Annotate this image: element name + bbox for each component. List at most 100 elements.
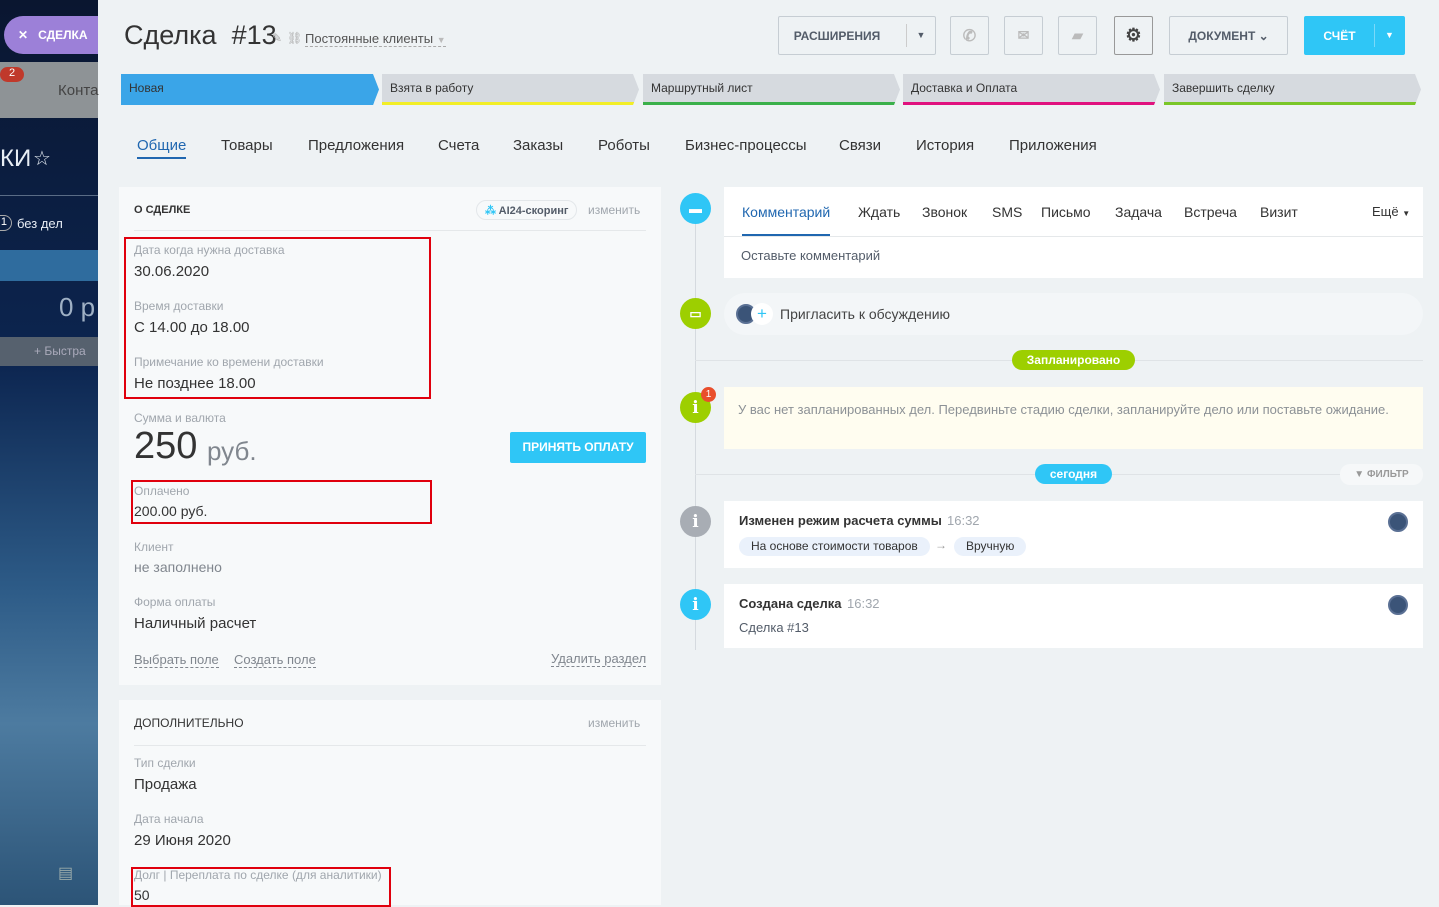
stage-delivery-payment[interactable]: Доставка и Оплата bbox=[903, 74, 1160, 105]
event-time: 16:32 bbox=[947, 513, 980, 528]
email-button[interactable]: ✉ bbox=[1004, 16, 1043, 55]
divider bbox=[134, 745, 646, 746]
counter-badge: 2 bbox=[0, 67, 24, 82]
phone-icon: ✆ bbox=[962, 27, 977, 45]
highlight-box bbox=[131, 480, 432, 524]
printer-icon[interactable]: ▤ bbox=[58, 863, 73, 883]
deal-type-value[interactable]: Продажа bbox=[134, 776, 197, 793]
tab-visit[interactable]: Визит bbox=[1260, 204, 1298, 220]
chevron-down-icon: ▼ bbox=[1402, 209, 1411, 218]
timeline-line bbox=[695, 200, 696, 650]
tab-call[interactable]: Звонок bbox=[922, 204, 967, 220]
tab-offers[interactable]: Предложения bbox=[308, 137, 404, 154]
tab-business-processes[interactable]: Бизнес-процессы bbox=[685, 137, 807, 154]
info-icon: i bbox=[680, 589, 711, 620]
start-date-value[interactable]: 29 Июня 2020 bbox=[134, 832, 231, 849]
select-field-link[interactable]: Выбрать поле bbox=[134, 652, 219, 668]
quick-add-button[interactable]: + Быстра bbox=[0, 337, 98, 366]
edit-pencil-icon[interactable]: ✎ bbox=[272, 31, 282, 45]
tab-email[interactable]: Письмо bbox=[1041, 204, 1091, 220]
chat-bubble-icon: ▭ bbox=[680, 298, 711, 329]
field-label: Форма оплаты bbox=[134, 595, 216, 609]
filter-no-tasks[interactable]: без дел bbox=[17, 216, 63, 231]
tab-wait[interactable]: Ждать bbox=[858, 204, 900, 220]
today-badge: сегодня bbox=[1035, 464, 1112, 484]
section-title: ДОПОЛНИТЕЛЬНО bbox=[134, 716, 244, 730]
highlight-box bbox=[124, 237, 431, 399]
gear-icon: ⚙ bbox=[1125, 25, 1142, 45]
event-title: Изменен режим расчета суммы bbox=[739, 513, 942, 528]
chat-button[interactable]: ▰ bbox=[1058, 16, 1097, 55]
page-title-fragment: КИ bbox=[0, 145, 32, 172]
avatar[interactable] bbox=[1388, 512, 1408, 532]
stage-complete[interactable]: Завершить сделку bbox=[1164, 74, 1421, 105]
column-header bbox=[0, 250, 98, 281]
plus-icon: + bbox=[34, 344, 45, 358]
planned-badge: Запланировано bbox=[1012, 350, 1135, 370]
create-field-link[interactable]: Создать поле bbox=[234, 652, 316, 668]
star-icon[interactable]: ☆ bbox=[33, 146, 51, 171]
tab-history[interactable]: История bbox=[916, 137, 974, 154]
filter-button[interactable]: ▼ ФИЛЬТР bbox=[1340, 464, 1423, 485]
accept-payment-button[interactable]: ПРИНЯТЬ ОПЛАТУ bbox=[510, 432, 646, 463]
stage-in-work[interactable]: Взята в работу bbox=[382, 74, 639, 105]
sum-value[interactable]: 250 bbox=[134, 425, 197, 468]
field-label: Тип сделки bbox=[134, 756, 196, 770]
edit-link[interactable]: изменить bbox=[588, 716, 640, 730]
event-title: Создана сделка bbox=[739, 596, 842, 611]
deal-link[interactable]: Сделка #13 bbox=[739, 620, 809, 635]
chevron-down-icon: ▼ bbox=[436, 35, 446, 45]
arrow-right-icon: → bbox=[935, 538, 947, 552]
stage-new[interactable]: Новая bbox=[121, 74, 379, 105]
tab-applications[interactable]: Приложения bbox=[1009, 137, 1097, 154]
chevron-down-icon: ⌄ bbox=[1258, 28, 1269, 43]
additional-card: ДОПОЛНИТЕЛЬНО изменить Тип сделки Продаж… bbox=[119, 700, 661, 907]
edit-link[interactable]: изменить bbox=[588, 203, 640, 217]
comment-input[interactable]: Оставьте комментарий bbox=[741, 248, 880, 263]
divider bbox=[0, 195, 98, 196]
tab-sms[interactable]: SMS bbox=[992, 204, 1022, 220]
avatar[interactable] bbox=[1388, 595, 1408, 615]
tab-robots[interactable]: Роботы bbox=[598, 137, 650, 154]
more-tabs-button[interactable]: Ещё ▼ bbox=[1372, 204, 1410, 219]
info-icon: i bbox=[680, 506, 711, 537]
extensions-button[interactable]: РАСШИРЕНИЯ ▼ bbox=[778, 16, 936, 55]
column-amount: 0 р bbox=[59, 292, 96, 322]
category-selector[interactable]: Постоянные клиенты ▼ bbox=[305, 31, 446, 47]
tab-invoices[interactable]: Счета bbox=[438, 137, 479, 154]
stage-route-list[interactable]: Маршрутный лист bbox=[643, 74, 900, 105]
invite-discussion-button[interactable]: + Пригласить к обсуждению bbox=[724, 293, 1423, 335]
document-button[interactable]: ДОКУМЕНТ ⌄ bbox=[1169, 16, 1288, 55]
tab-products[interactable]: Товары bbox=[221, 137, 273, 154]
tab-comment[interactable]: Комментарий bbox=[742, 204, 831, 236]
phone-button[interactable]: ✆ bbox=[950, 16, 989, 55]
chat-icon: ▰ bbox=[1072, 27, 1083, 43]
link-icon[interactable]: ⛓ bbox=[287, 31, 302, 45]
settings-button[interactable]: ⚙ bbox=[1114, 16, 1153, 55]
chevron-down-icon[interactable]: ▼ bbox=[1374, 24, 1404, 47]
client-value[interactable]: не заполнено bbox=[134, 559, 222, 575]
payment-form-value[interactable]: Наличный расчет bbox=[134, 615, 256, 632]
comment-icon: ▬ bbox=[680, 193, 711, 224]
page-title: Сделка #13 bbox=[124, 20, 277, 50]
tab-links[interactable]: Связи bbox=[839, 137, 881, 154]
tab-task[interactable]: Задача bbox=[1115, 204, 1162, 220]
currency: руб. bbox=[207, 436, 257, 466]
ai-scoring-button[interactable]: ⁂ AI24-скоринг bbox=[476, 200, 578, 220]
background-crm-panel bbox=[0, 0, 98, 905]
tab-orders[interactable]: Заказы bbox=[513, 137, 563, 154]
activity-editor: Комментарий Ждать Звонок SMS Письмо Зада… bbox=[724, 187, 1423, 278]
divider bbox=[724, 236, 1423, 237]
chevron-down-icon[interactable]: ▼ bbox=[906, 24, 935, 47]
event-time: 16:32 bbox=[847, 596, 880, 611]
new-value-tag: Вручную bbox=[954, 537, 1027, 556]
tab-meeting[interactable]: Встреча bbox=[1184, 204, 1237, 220]
invoice-button[interactable]: СЧЁТ ▼ bbox=[1304, 16, 1405, 55]
close-icon: ✕ bbox=[18, 28, 29, 42]
close-deal-slider-button[interactable]: ✕ СДЕЛКА bbox=[4, 16, 98, 54]
menu-contacts[interactable]: Конта bbox=[58, 82, 98, 99]
highlight-box bbox=[131, 867, 391, 907]
delete-section-link[interactable]: Удалить раздел bbox=[551, 651, 647, 667]
envelope-icon: ✉ bbox=[1017, 27, 1030, 43]
tab-general[interactable]: Общие bbox=[137, 137, 187, 159]
